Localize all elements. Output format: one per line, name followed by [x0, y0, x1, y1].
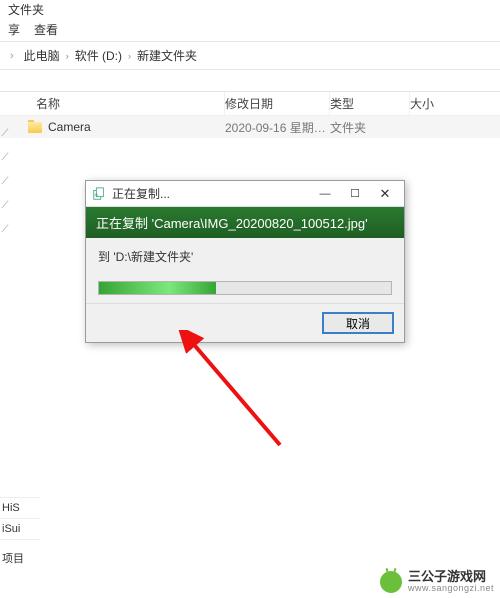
dialog-title: 正在复制...	[112, 185, 310, 202]
minimize-button[interactable]: —	[310, 184, 340, 204]
watermark-name: 三公子游戏网	[408, 570, 494, 584]
maximize-button[interactable]: ☐	[340, 184, 370, 204]
row-date: 2020-09-16 星期…	[225, 119, 330, 136]
dialog-headline: 正在复制 'Camera\IMG_20200820_100512.jpg'	[86, 207, 404, 238]
column-name[interactable]: 名称	[0, 92, 225, 115]
list-header: 名称 修改日期 类型 大小	[0, 92, 500, 116]
progress-bar	[98, 281, 392, 295]
pin-icon: ⟋	[0, 128, 10, 138]
breadcrumb[interactable]: › 此电脑 › 软件 (D:) › 新建文件夹	[0, 42, 500, 70]
crumb-pc[interactable]: 此电脑	[24, 47, 60, 64]
sidebar-item[interactable]: HiS	[0, 497, 40, 518]
window-buttons: — ☐ ✕	[310, 184, 400, 204]
status-items: 项目	[0, 546, 26, 570]
window-title-fragment: 文件夹	[0, 0, 500, 18]
copy-dialog: 正在复制... — ☐ ✕ 正在复制 'Camera\IMG_20200820_…	[85, 180, 405, 343]
nav-arrows: ›	[10, 50, 14, 62]
sidebar-item[interactable]: iSui	[0, 518, 40, 540]
menu-share[interactable]: 享	[8, 21, 20, 38]
dialog-titlebar[interactable]: 正在复制... — ☐ ✕	[86, 181, 404, 207]
pin-icon: ⟋	[0, 200, 10, 210]
cancel-button[interactable]: 取消	[322, 312, 394, 334]
row-type: 文件夹	[330, 119, 410, 136]
pin-icon: ⟋	[0, 176, 10, 186]
dialog-body: 到 'D:\新建文件夹'	[86, 238, 404, 303]
dialog-destination: 到 'D:\新建文件夹'	[98, 248, 392, 265]
chevron-right-icon: ›	[66, 51, 69, 61]
dialog-footer: 取消	[86, 303, 404, 342]
folder-icon	[28, 122, 42, 133]
watermark-url: www.sangongzi.net	[408, 584, 494, 594]
row-name: Camera	[48, 120, 91, 134]
chevron-right-icon: ›	[10, 50, 14, 62]
window-title-text: 文件夹	[8, 1, 44, 18]
close-button[interactable]: ✕	[370, 184, 400, 204]
crumb-folder[interactable]: 新建文件夹	[137, 47, 197, 64]
copy-pages-icon	[92, 187, 106, 201]
annotation-arrow	[170, 330, 290, 450]
pin-icon: ⟋	[0, 224, 10, 234]
column-date[interactable]: 修改日期	[225, 92, 330, 115]
menubar: 享 查看	[0, 18, 500, 42]
crumb-drive[interactable]: 软件 (D:)	[75, 47, 122, 64]
menu-view[interactable]: 查看	[34, 21, 58, 38]
progress-fill	[99, 282, 216, 294]
chevron-right-icon: ›	[128, 51, 131, 61]
sidebar-bottom: HiS iSui	[0, 497, 40, 540]
column-type[interactable]: 类型	[330, 92, 410, 115]
watermark: 三公子游戏网 www.sangongzi.net	[380, 570, 494, 594]
sidebar-pins: ⟋ ⟋ ⟋ ⟋ ⟋	[0, 120, 14, 234]
pin-icon: ⟋	[0, 152, 10, 162]
toolbar-strip	[0, 70, 500, 92]
table-row[interactable]: Camera 2020-09-16 星期… 文件夹	[0, 116, 500, 138]
android-icon	[380, 571, 402, 593]
column-size[interactable]: 大小	[410, 92, 470, 115]
